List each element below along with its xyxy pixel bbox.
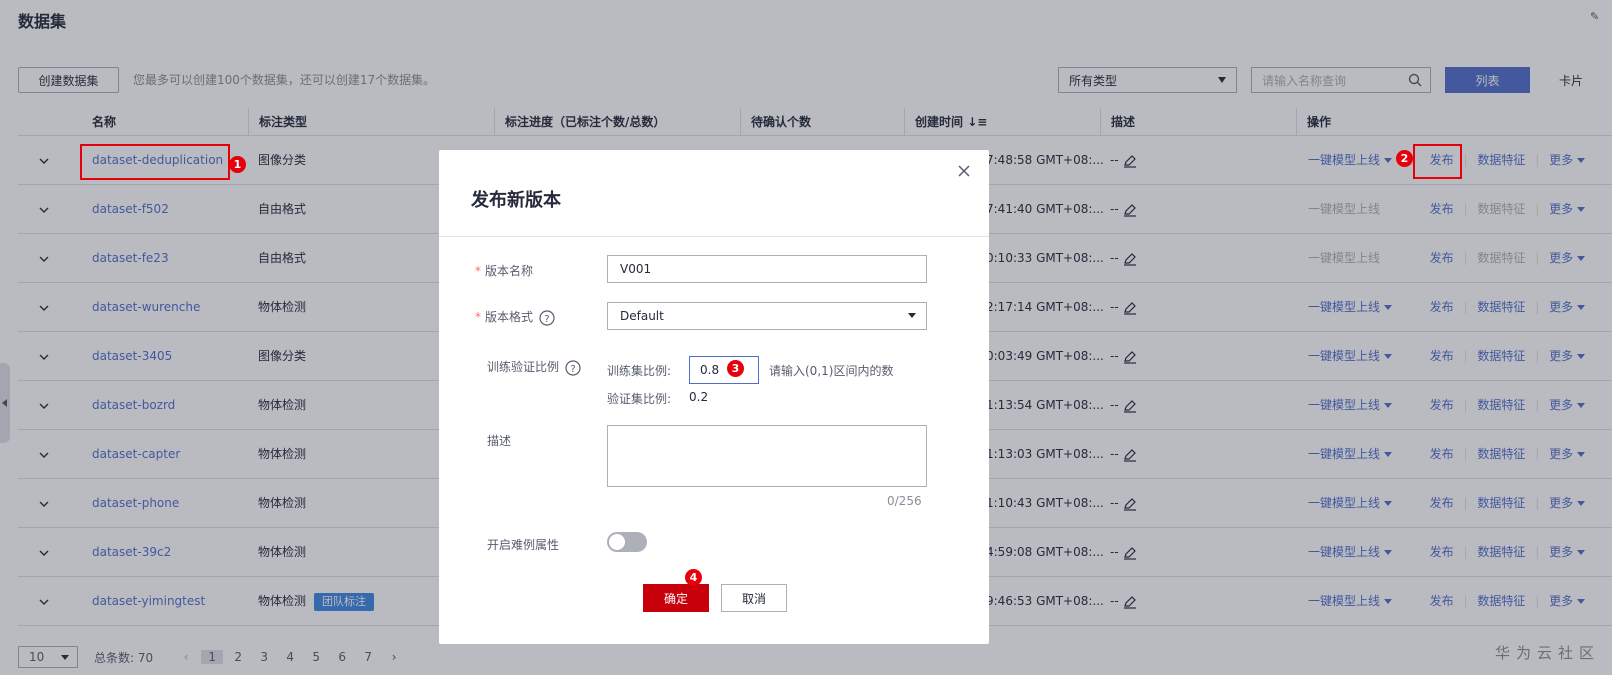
val-ratio-value: 0.2 — [689, 390, 709, 404]
svg-text:?: ? — [544, 314, 549, 325]
svg-text:?: ? — [570, 364, 575, 375]
hard-example-toggle[interactable] — [607, 532, 647, 552]
annotation-highlight-name — [80, 144, 230, 180]
train-ratio-hint: 请输入(0,1)区间内的数 — [769, 364, 894, 378]
dialog-title: 发布新版本 — [471, 190, 561, 211]
train-ratio-value: 0.8 — [700, 363, 720, 377]
confirm-button[interactable]: 确定 — [643, 584, 709, 612]
version-format-label: * 版本格式? — [475, 308, 555, 326]
version-name-input[interactable]: V001 — [607, 255, 927, 283]
help-icon[interactable]: ? — [539, 309, 555, 326]
annotation-marker-3: 3 — [727, 360, 744, 377]
annotation-marker-2: 2 — [1396, 150, 1413, 167]
annotation-marker-4: 4 — [685, 569, 702, 586]
required-mark: * — [475, 310, 481, 324]
hard-example-label: 开启难例属性 — [487, 538, 560, 552]
annotation-marker-1: 1 — [229, 156, 246, 173]
description-label: 描述 — [487, 434, 512, 448]
chevron-down-icon — [908, 313, 916, 318]
help-icon[interactable]: ? — [565, 359, 581, 376]
char-count: 0/256 — [887, 494, 922, 508]
close-icon[interactable] — [957, 164, 971, 178]
required-mark: * — [475, 264, 481, 278]
version-format-value: Default — [620, 309, 664, 323]
dialog-divider — [439, 236, 989, 237]
train-ratio-input[interactable]: 0.8 — [689, 356, 759, 384]
publish-version-dialog: 发布新版本 * 版本名称 V001 * 版本格式? Default 训练验证比例? … — [439, 150, 989, 644]
split-ratio-label: 训练验证比例? — [487, 358, 581, 376]
val-ratio-label: 验证集比例: — [607, 392, 672, 406]
train-ratio-label: 训练集比例: — [607, 364, 672, 378]
version-name-label: * 版本名称 — [475, 264, 534, 278]
version-name-value: V001 — [620, 262, 652, 276]
cancel-button[interactable]: 取消 — [721, 584, 787, 612]
version-format-select[interactable]: Default — [607, 302, 927, 330]
dataset-page: 数据集 ✎ 创建数据集 您最多可以创建100个数据集，还可以创建17个数据集。 … — [0, 0, 1612, 675]
description-textarea[interactable] — [607, 425, 927, 487]
annotation-highlight-publish — [1413, 144, 1462, 179]
